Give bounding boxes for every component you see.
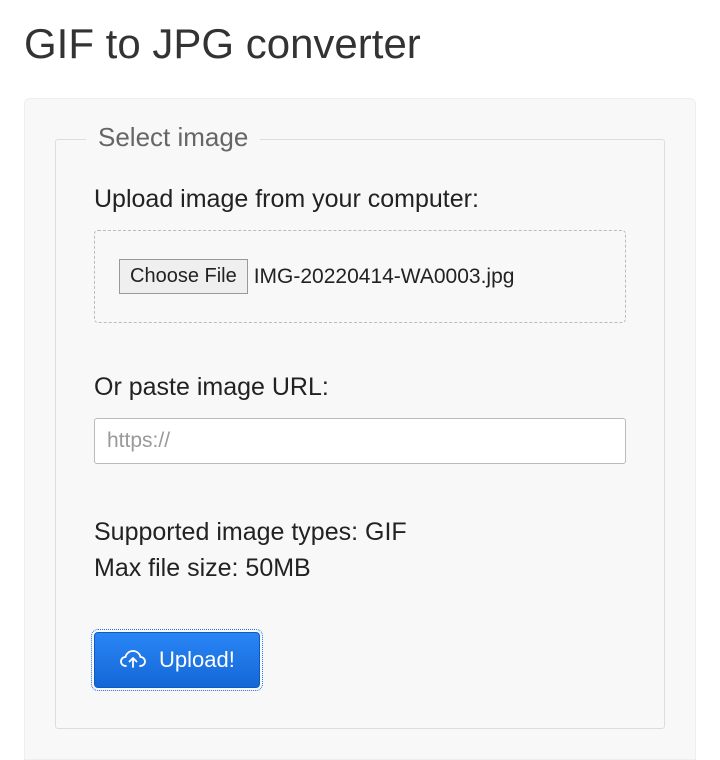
main-panel: Select image Upload image from your comp… [24,98,696,760]
max-file-size-text: Max file size: 50MB [94,550,626,586]
file-info-text: Supported image types: GIF Max file size… [94,514,626,587]
upload-from-computer-label: Upload image from your computer: [94,185,626,214]
file-drop-zone[interactable]: Choose File IMG-20220414-WA0003.jpg [94,230,626,323]
cloud-upload-icon [119,649,147,671]
upload-button-label: Upload! [159,647,235,673]
selected-file-name: IMG-20220414-WA0003.jpg [254,265,515,289]
image-url-input[interactable] [94,418,626,464]
page-title: GIF to JPG converter [0,0,720,98]
select-image-fieldset: Select image Upload image from your comp… [55,139,665,729]
fieldset-legend: Select image [86,122,260,153]
upload-button[interactable]: Upload! [94,632,260,688]
paste-url-label: Or paste image URL: [94,373,626,402]
choose-file-button[interactable]: Choose File [119,259,248,294]
supported-types-text: Supported image types: GIF [94,514,626,550]
